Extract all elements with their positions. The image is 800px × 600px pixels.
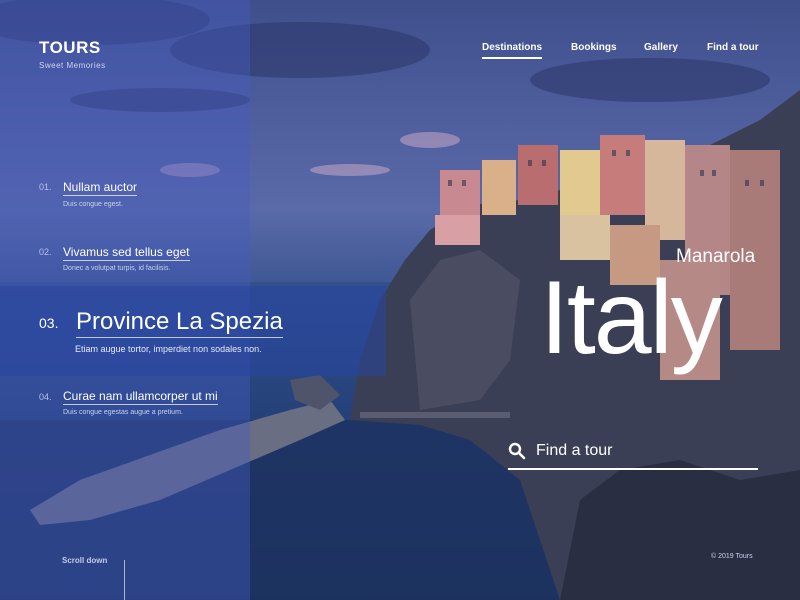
slide-title[interactable]: Curae nam ullamcorper ut mi	[63, 389, 218, 405]
slide-title[interactable]: Nullam auctor	[63, 180, 138, 196]
nav-bookings[interactable]: Bookings	[571, 42, 617, 53]
slide-description: Duis congue egestas augue a pretium.	[63, 409, 183, 416]
slide-number: 02.	[39, 247, 52, 257]
logo-tagline: Sweet Memories	[39, 61, 106, 70]
nav-gallery[interactable]: Gallery	[644, 42, 678, 53]
search-icon	[508, 442, 526, 460]
tour-search[interactable]	[508, 438, 758, 470]
slide-number: 01.	[39, 182, 52, 192]
copyright: © 2019 Tours	[711, 553, 753, 560]
scroll-down-link[interactable]: Scroll down	[62, 556, 107, 565]
logo[interactable]: TOURS	[39, 38, 101, 58]
slide-number: 04.	[39, 392, 52, 402]
slide-description: Duis congue egest.	[63, 201, 123, 208]
scroll-indicator-line	[124, 560, 125, 600]
slide-description: Donec a volutpat turpis, id facilisis.	[63, 265, 171, 272]
country-name: Italy	[540, 260, 723, 376]
slide-description: Etiam augue tortor, imperdiet non sodale…	[75, 344, 262, 354]
nav-destinations[interactable]: Destinations	[482, 42, 543, 59]
slide-title[interactable]: Vivamus sed tellus eget	[63, 245, 190, 261]
slide-number: 03.	[39, 315, 59, 331]
search-input[interactable]	[534, 438, 758, 464]
nav-find-a-tour[interactable]: Find a tour	[707, 42, 759, 53]
slide-title[interactable]: Province La Spezia	[76, 308, 283, 338]
